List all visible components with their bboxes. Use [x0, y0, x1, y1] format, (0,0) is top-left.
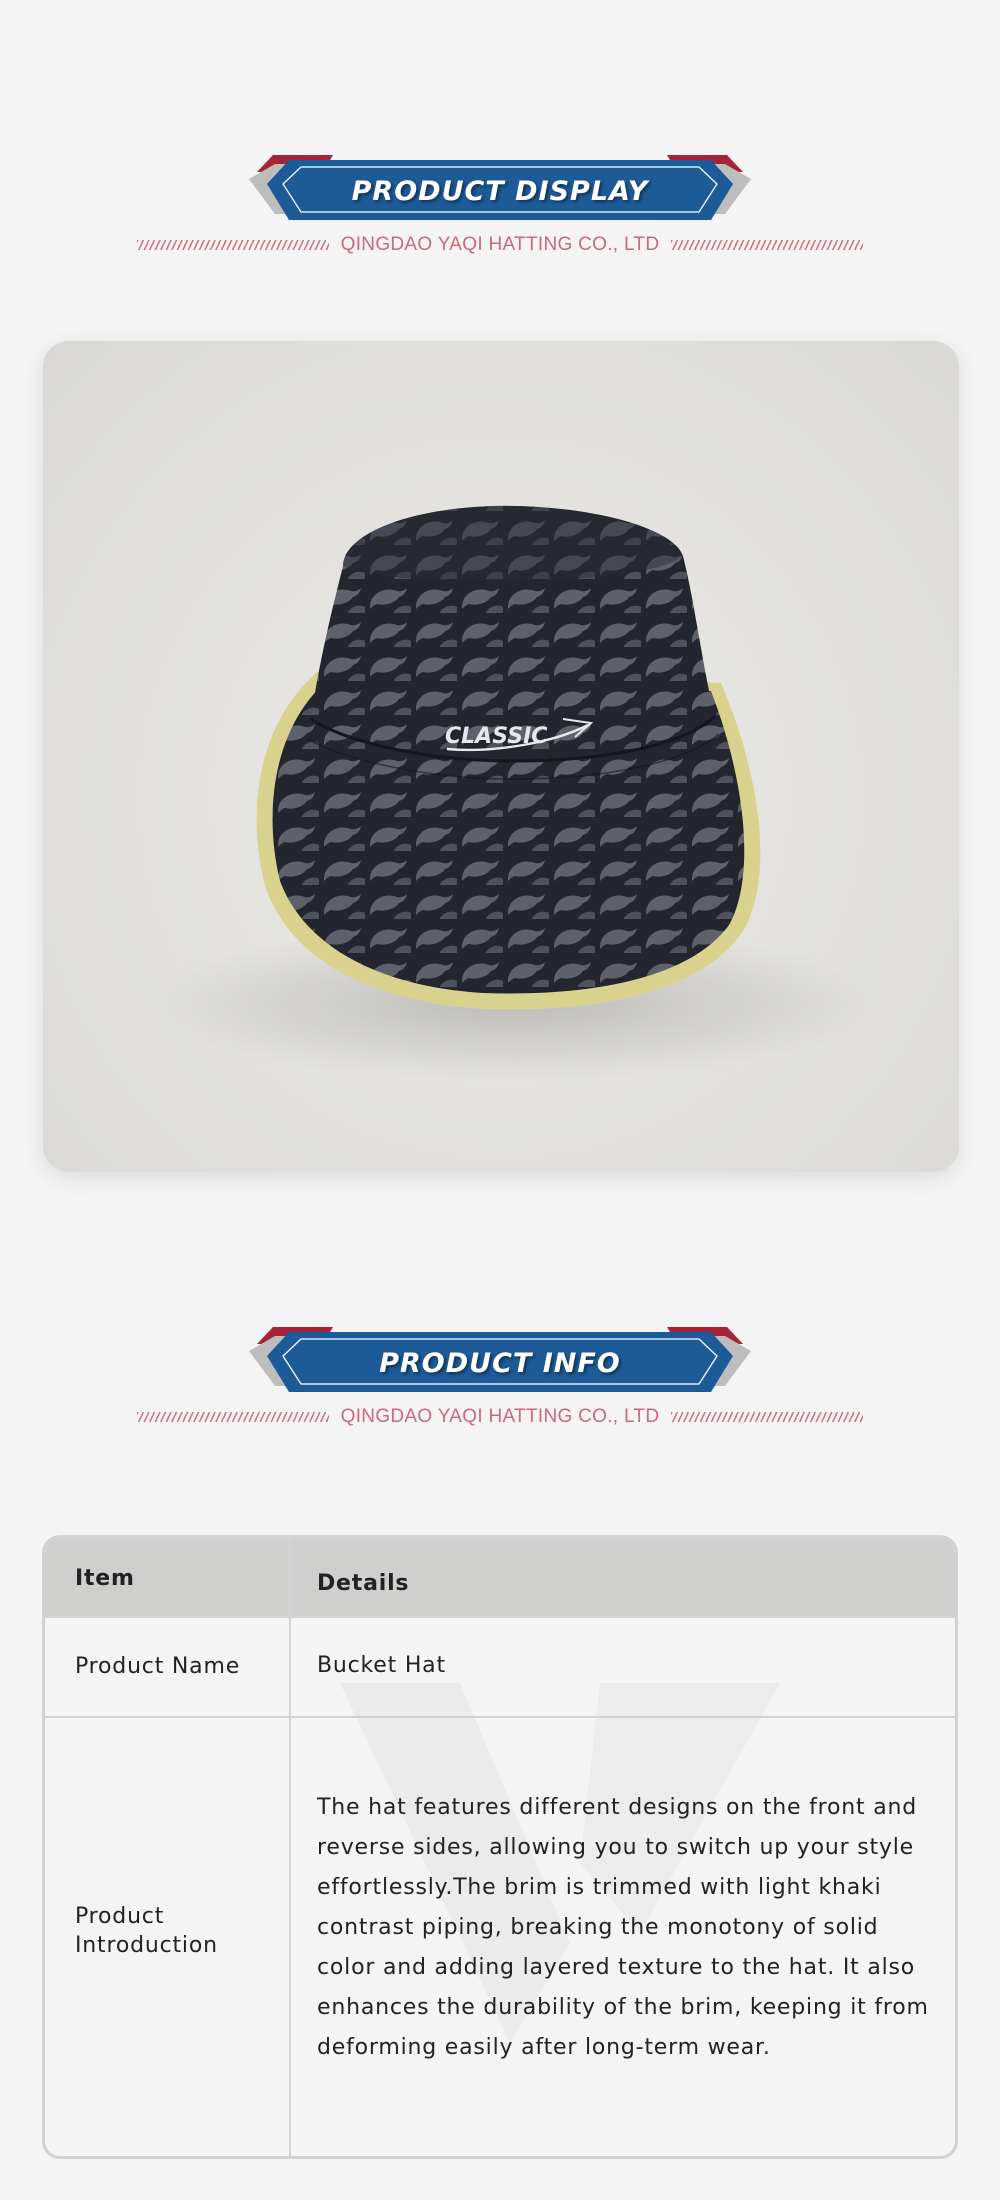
company-name: QINGDAO YAQI HATTING CO., LTD — [340, 234, 660, 255]
product-display-banner: PRODUCT DISPLAY QINGDAO YAQI HATTING CO.… — [0, 152, 1000, 272]
table-row: Product Introduction The hat features di… — [45, 1718, 955, 2156]
hatch-left — [136, 1412, 329, 1422]
hatch-right — [671, 240, 864, 250]
product-display-title: PRODUCT DISPLAY — [351, 176, 649, 207]
hatch-left — [136, 240, 329, 250]
company-row: QINGDAO YAQI HATTING CO., LTD — [0, 1404, 1000, 1430]
header-item: Item — [75, 1566, 135, 1591]
header-details: Details — [317, 1571, 410, 1596]
company-name: QINGDAO YAQI HATTING CO., LTD — [340, 1406, 660, 1427]
company-row: QINGDAO YAQI HATTING CO., LTD — [0, 232, 1000, 258]
hat-logo-text: CLASSIC — [445, 724, 547, 749]
column-divider — [289, 1538, 291, 2156]
hatch-right — [671, 1412, 864, 1422]
row-item-label: Product Introduction — [75, 1904, 218, 1958]
table-header-row: Item Details — [45, 1538, 955, 1618]
product-info-table: Item Details Product Name Bucket Hat Pro… — [42, 1535, 958, 2159]
product-info-title: PRODUCT INFO — [379, 1348, 621, 1379]
row-details-value: Bucket Hat — [317, 1653, 446, 1678]
product-info-banner: PRODUCT INFO QINGDAO YAQI HATTING CO., L… — [0, 1324, 1000, 1444]
table-row: Product Name Bucket Hat — [45, 1618, 955, 1718]
row-item-label: Product Name — [75, 1654, 241, 1679]
row-details-value: The hat features different designs on th… — [317, 1795, 929, 2060]
bucket-hat-image: CLASSIC — [143, 505, 883, 1081]
product-photo: CLASSIC — [43, 341, 959, 1172]
